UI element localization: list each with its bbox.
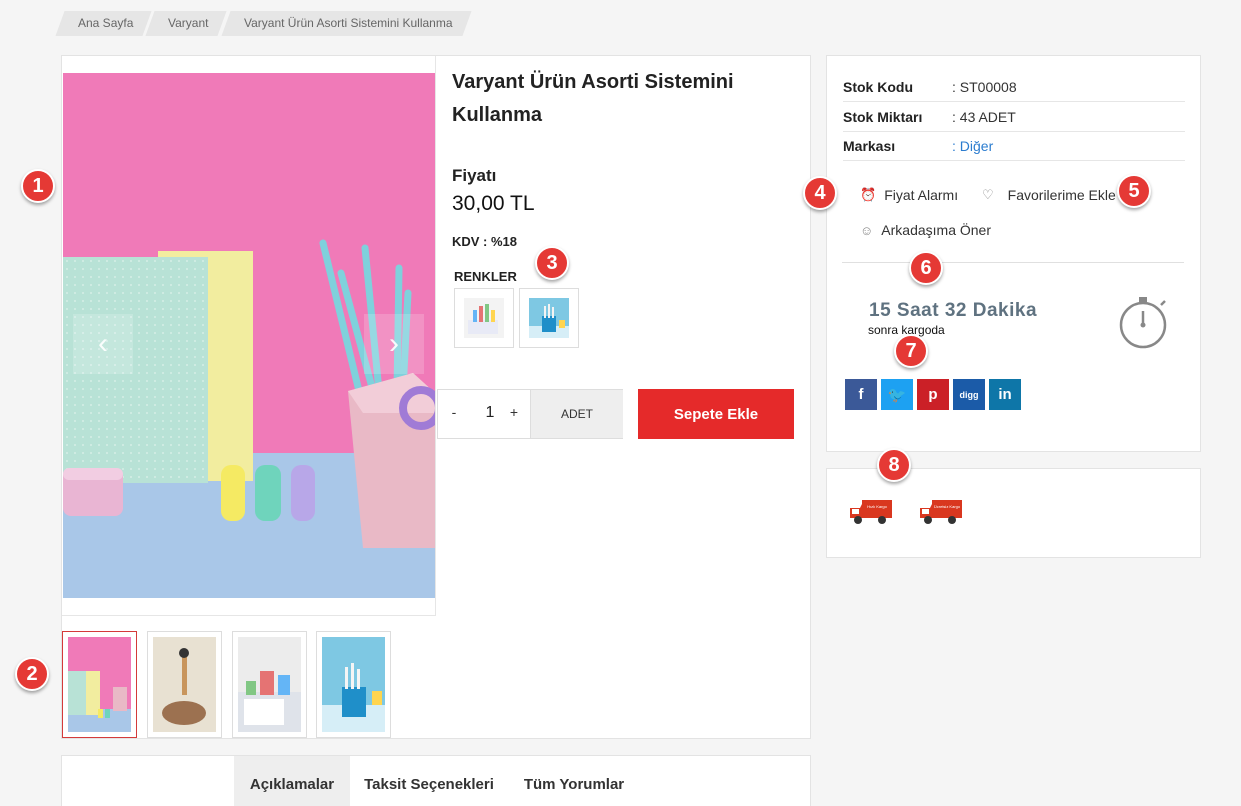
digg-icon: digg — [959, 389, 979, 400]
info-divider — [842, 262, 1184, 263]
stock-code-value: : ST00008 — [952, 79, 1017, 95]
linkedin-share-button[interactable]: in — [989, 379, 1021, 410]
tab-taksit-secenekleri[interactable]: Taksit Seçenekleri — [358, 756, 500, 806]
stock-quantity-row: Stok Miktarı : 43 ADET — [843, 103, 1185, 132]
tab-aciklamalar[interactable]: Açıklamalar — [234, 756, 350, 806]
user-icon: ☺ — [860, 222, 874, 238]
kdv-label: KDV : %18 — [452, 234, 518, 249]
facebook-share-button[interactable]: f — [845, 379, 877, 410]
twitter-icon: 🐦 — [887, 386, 907, 404]
thumbnail-image-1 — [68, 637, 131, 732]
linkedin-icon: in — [998, 386, 1012, 403]
stock-quantity-label: Stok Miktarı — [843, 109, 923, 125]
breadcrumb: Ana Sayfa Varyant Varyant Ürün Asorti Si… — [55, 11, 471, 36]
recommend-friend-label: Arkadaşıma Öner — [881, 222, 991, 238]
twitter-share-button[interactable]: 🐦 — [881, 379, 913, 410]
colors-label: RENKLER — [454, 269, 517, 284]
annotation-badge-6: 6 — [909, 251, 943, 285]
annotation-badge-7: 7 — [894, 334, 928, 368]
quantity-stepper: - 1 + ADET — [437, 389, 623, 439]
add-favorites-button[interactable]: ♡ Favorilerime Ekle — [982, 187, 1116, 203]
stock-code-row: Stok Kodu : ST00008 — [843, 73, 1185, 102]
annotation-badge-8: 8 — [877, 448, 911, 482]
annotation-badge-4: 4 — [803, 176, 837, 210]
thumbnail-2[interactable] — [147, 631, 222, 738]
qty-plus-button[interactable]: + — [504, 404, 524, 420]
annotation-badge-5: 5 — [1117, 174, 1151, 208]
swatch-image-2 — [529, 298, 569, 338]
next-image-button[interactable]: › — [364, 314, 424, 374]
free-shipping-truck-icon: Ücretsiz Kargo — [920, 500, 962, 524]
price-label: Fiyatı — [452, 166, 497, 185]
pinterest-icon: p — [928, 386, 938, 403]
tab-tum-yorumlar[interactable]: Tüm Yorumlar — [510, 756, 638, 806]
thumbnail-image-2 — [153, 637, 216, 732]
annotation-badge-2: 2 — [15, 657, 49, 691]
annotation-badge-3: 3 — [535, 246, 569, 280]
price-alarm-button[interactable]: ⏰ Fiyat Alarmı — [860, 187, 958, 203]
stock-code-label: Stok Kodu — [843, 79, 913, 95]
swatch-image-1 — [464, 298, 504, 338]
fast-shipping-truck-icon: Hızlı Kargo — [850, 500, 892, 524]
thumbnail-1[interactable] — [62, 631, 137, 738]
thumbnail-image-4 — [322, 637, 385, 732]
stopwatch-icon — [1119, 297, 1167, 349]
breadcrumb-home[interactable]: Ana Sayfa — [55, 11, 152, 36]
facebook-icon: f — [858, 386, 864, 403]
fast-shipping-text: Hızlı Kargo — [867, 504, 888, 509]
brand-row: Markası : Diğer — [843, 132, 1185, 161]
thumbnail-3[interactable] — [232, 631, 307, 738]
quantity-input[interactable]: 1 — [478, 404, 502, 422]
unit-select[interactable]: ADET — [530, 390, 623, 438]
product-title: Varyant Ürün Asorti Sistemini Kullanma — [452, 71, 734, 126]
color-swatch-2[interactable] — [519, 288, 579, 348]
free-shipping-text: Ücretsiz Kargo — [934, 504, 961, 509]
heart-icon: ♡ — [982, 187, 994, 202]
brand-link[interactable]: : Diğer — [952, 138, 993, 154]
thumbnail-4[interactable] — [316, 631, 391, 738]
add-favorites-label: Favorilerime Ekle — [1007, 187, 1116, 203]
stock-quantity-value: : 43 ADET — [952, 109, 1016, 125]
alarm-clock-icon: ⏰ — [860, 187, 877, 202]
product-price: 30,00 TL — [452, 192, 535, 215]
digg-share-button[interactable]: digg — [953, 379, 985, 410]
add-to-cart-button[interactable]: Sepete Ekle — [638, 389, 794, 439]
color-swatch-1[interactable] — [454, 288, 514, 348]
price-alarm-label: Fiyat Alarmı — [884, 187, 959, 203]
chevron-left-icon: ‹ — [98, 327, 108, 360]
qty-minus-button[interactable]: - — [444, 404, 464, 420]
pinterest-share-button[interactable]: p — [917, 379, 949, 410]
annotation-badge-1: 1 — [21, 169, 55, 203]
chevron-right-icon: › — [389, 327, 399, 360]
recommend-friend-button[interactable]: ☺ Arkadaşıma Öner — [860, 222, 991, 238]
breadcrumb-category[interactable]: Varyant — [145, 11, 228, 36]
breadcrumb-current[interactable]: Varyant Ürün Asorti Sistemini Kullanma — [221, 11, 471, 36]
brand-label: Markası — [843, 138, 896, 154]
cargo-countdown: 15 Saat 32 Dakika — [869, 300, 1038, 321]
thumbnail-image-3 — [238, 637, 301, 732]
prev-image-button[interactable]: ‹ — [73, 314, 133, 374]
